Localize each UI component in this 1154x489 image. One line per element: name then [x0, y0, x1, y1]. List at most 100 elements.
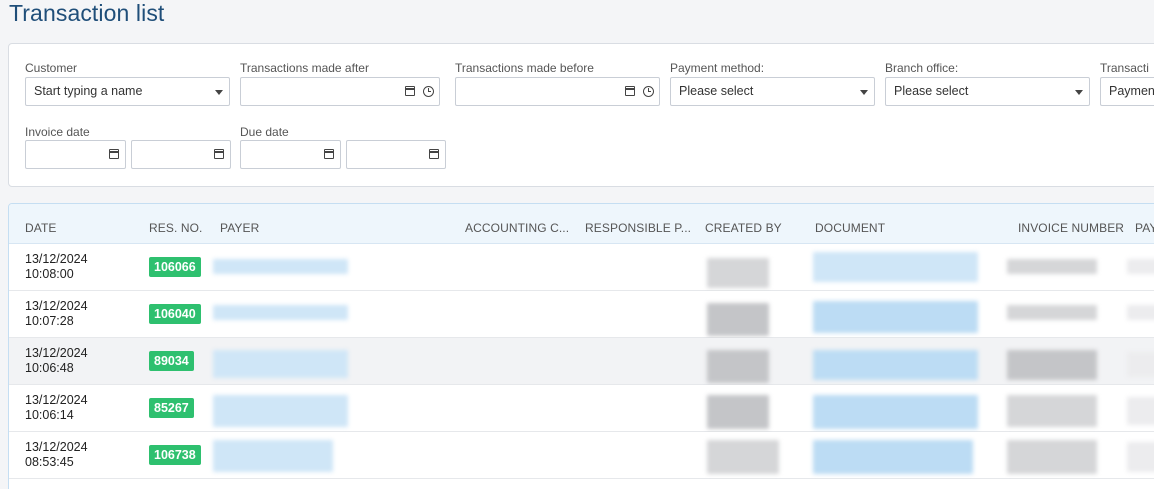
- transaction-type-value: Paymen: [1109, 84, 1154, 98]
- row-time: 10:06:48: [25, 361, 74, 375]
- customer-select[interactable]: Start typing a name: [25, 77, 230, 106]
- filter-panel: Customer Start typing a name Transaction…: [8, 43, 1154, 187]
- before-filter: Transactions made before: [455, 60, 665, 76]
- row-date: 13/12/2024: [25, 346, 88, 360]
- payment-method-value: Please select: [679, 84, 754, 98]
- invoice-date-label: Invoice date: [25, 125, 90, 139]
- before-label: Transactions made before: [455, 61, 594, 75]
- column-header-document[interactable]: DOCUMENT: [815, 221, 885, 235]
- column-header-date[interactable]: DATE: [25, 221, 57, 235]
- res-no-badge[interactable]: 106066: [149, 257, 201, 277]
- calendar-icon[interactable]: [324, 149, 334, 159]
- table-row[interactable]: 13/12/2024 08:53:45 106738: [9, 432, 1154, 479]
- branch-office-value: Please select: [894, 84, 969, 98]
- due-date-filter: Due date: [240, 124, 289, 140]
- branch-office-filter: Branch office:: [885, 60, 1095, 76]
- calendar-icon[interactable]: [429, 149, 439, 159]
- redacted-invoice-number: [1007, 259, 1097, 274]
- redacted-document: [813, 301, 978, 333]
- table-row[interactable]: 13/12/2024 10:06:48 89034: [9, 338, 1154, 385]
- due-date-to-input[interactable]: [346, 140, 446, 169]
- redacted-document: [813, 395, 978, 429]
- column-header-payer[interactable]: PAYER: [220, 221, 259, 235]
- payment-method-label: Payment method:: [670, 61, 765, 75]
- chevron-down-icon: [215, 90, 223, 95]
- column-header-res-no[interactable]: RES. NO.: [149, 221, 202, 235]
- row-time: 10:07:28: [25, 314, 74, 328]
- transactions-table: DATE RES. NO. PAYER ACCOUNTING C... RESP…: [8, 203, 1154, 489]
- payment-method-select[interactable]: Please select: [670, 77, 875, 106]
- res-no-badge[interactable]: 89034: [149, 351, 194, 371]
- redacted-invoice-number: [1007, 395, 1097, 427]
- page-title: Transaction list: [9, 0, 165, 26]
- calendar-icon[interactable]: [109, 149, 119, 159]
- clock-icon[interactable]: [643, 86, 654, 97]
- before-datetime-input[interactable]: [455, 77, 660, 106]
- row-datetime: 13/12/2024 10:08:00: [25, 252, 88, 282]
- redacted-payer: [213, 305, 348, 320]
- calendar-icon[interactable]: [214, 149, 224, 159]
- row-time: 10:08:00: [25, 267, 74, 281]
- redacted-pay: [1127, 397, 1154, 425]
- transaction-type-filter: Transacti: [1100, 60, 1154, 76]
- page: Transaction list Customer Start typing a…: [0, 0, 1154, 489]
- row-time: 08:53:45: [25, 455, 74, 469]
- row-date: 13/12/2024: [25, 299, 88, 313]
- redacted-created-by: [707, 395, 769, 429]
- after-label: Transactions made after: [240, 61, 369, 75]
- redacted-document: [813, 350, 978, 380]
- redacted-payer: [213, 440, 333, 472]
- res-no-badge[interactable]: 85267: [149, 398, 194, 418]
- column-header-pay[interactable]: PAY: [1135, 221, 1154, 235]
- redacted-payer: [213, 395, 348, 427]
- chevron-down-icon: [860, 90, 868, 95]
- calendar-icon[interactable]: [625, 86, 635, 96]
- redacted-invoice-number: [1007, 440, 1097, 474]
- transaction-type-select[interactable]: Paymen: [1100, 77, 1154, 106]
- redacted-payer: [213, 259, 348, 274]
- row-time: 10:06:14: [25, 408, 74, 422]
- redacted-created-by: [707, 303, 769, 336]
- redacted-pay: [1127, 305, 1154, 320]
- chevron-down-icon: [1075, 90, 1083, 95]
- table-row[interactable]: 13/12/2024 10:08:00 106066: [9, 244, 1154, 291]
- customer-select-value: Start typing a name: [34, 84, 143, 98]
- row-date: 13/12/2024: [25, 440, 88, 454]
- column-header-accounting[interactable]: ACCOUNTING C...: [465, 221, 569, 235]
- invoice-date-filter: Invoice date: [25, 124, 90, 140]
- column-header-responsible[interactable]: RESPONSIBLE P...: [585, 221, 691, 235]
- table-header: DATE RES. NO. PAYER ACCOUNTING C... RESP…: [9, 204, 1154, 244]
- redacted-created-by: [707, 258, 769, 288]
- due-date-label: Due date: [240, 125, 289, 139]
- transaction-type-label: Transacti: [1100, 61, 1149, 75]
- payment-method-filter: Payment method:: [670, 60, 880, 76]
- row-datetime: 13/12/2024 08:53:45: [25, 440, 88, 470]
- invoice-date-to-input[interactable]: [131, 140, 231, 169]
- column-header-invoice-number[interactable]: INVOICE NUMBER: [1018, 221, 1124, 235]
- customer-label: Customer: [25, 61, 78, 75]
- customer-filter: Customer: [25, 60, 77, 76]
- due-date-from-input[interactable]: [240, 140, 341, 169]
- row-datetime: 13/12/2024 10:06:48: [25, 346, 88, 376]
- column-header-created-by[interactable]: CREATED BY: [705, 221, 782, 235]
- res-no-badge[interactable]: 106738: [149, 445, 201, 465]
- after-filter: Transactions made after: [240, 60, 450, 76]
- redacted-invoice-number: [1007, 305, 1097, 320]
- table-row[interactable]: 13/12/2024 10:07:28 106040: [9, 291, 1154, 338]
- redacted-pay: [1127, 442, 1154, 472]
- redacted-pay: [1127, 259, 1154, 274]
- redacted-payer: [213, 350, 348, 378]
- redacted-invoice-number: [1007, 350, 1097, 380]
- redacted-document: [813, 252, 978, 282]
- calendar-icon[interactable]: [405, 86, 415, 96]
- after-datetime-input[interactable]: [240, 77, 440, 106]
- branch-office-label: Branch office:: [885, 61, 959, 75]
- row-date: 13/12/2024: [25, 252, 88, 266]
- clock-icon[interactable]: [423, 86, 434, 97]
- table-row[interactable]: 13/12/2024 10:06:14 85267: [9, 385, 1154, 432]
- branch-office-select[interactable]: Please select: [885, 77, 1090, 106]
- invoice-date-from-input[interactable]: [25, 140, 126, 169]
- redacted-document: [813, 440, 973, 474]
- redacted-pay: [1127, 352, 1154, 377]
- res-no-badge[interactable]: 106040: [149, 304, 201, 324]
